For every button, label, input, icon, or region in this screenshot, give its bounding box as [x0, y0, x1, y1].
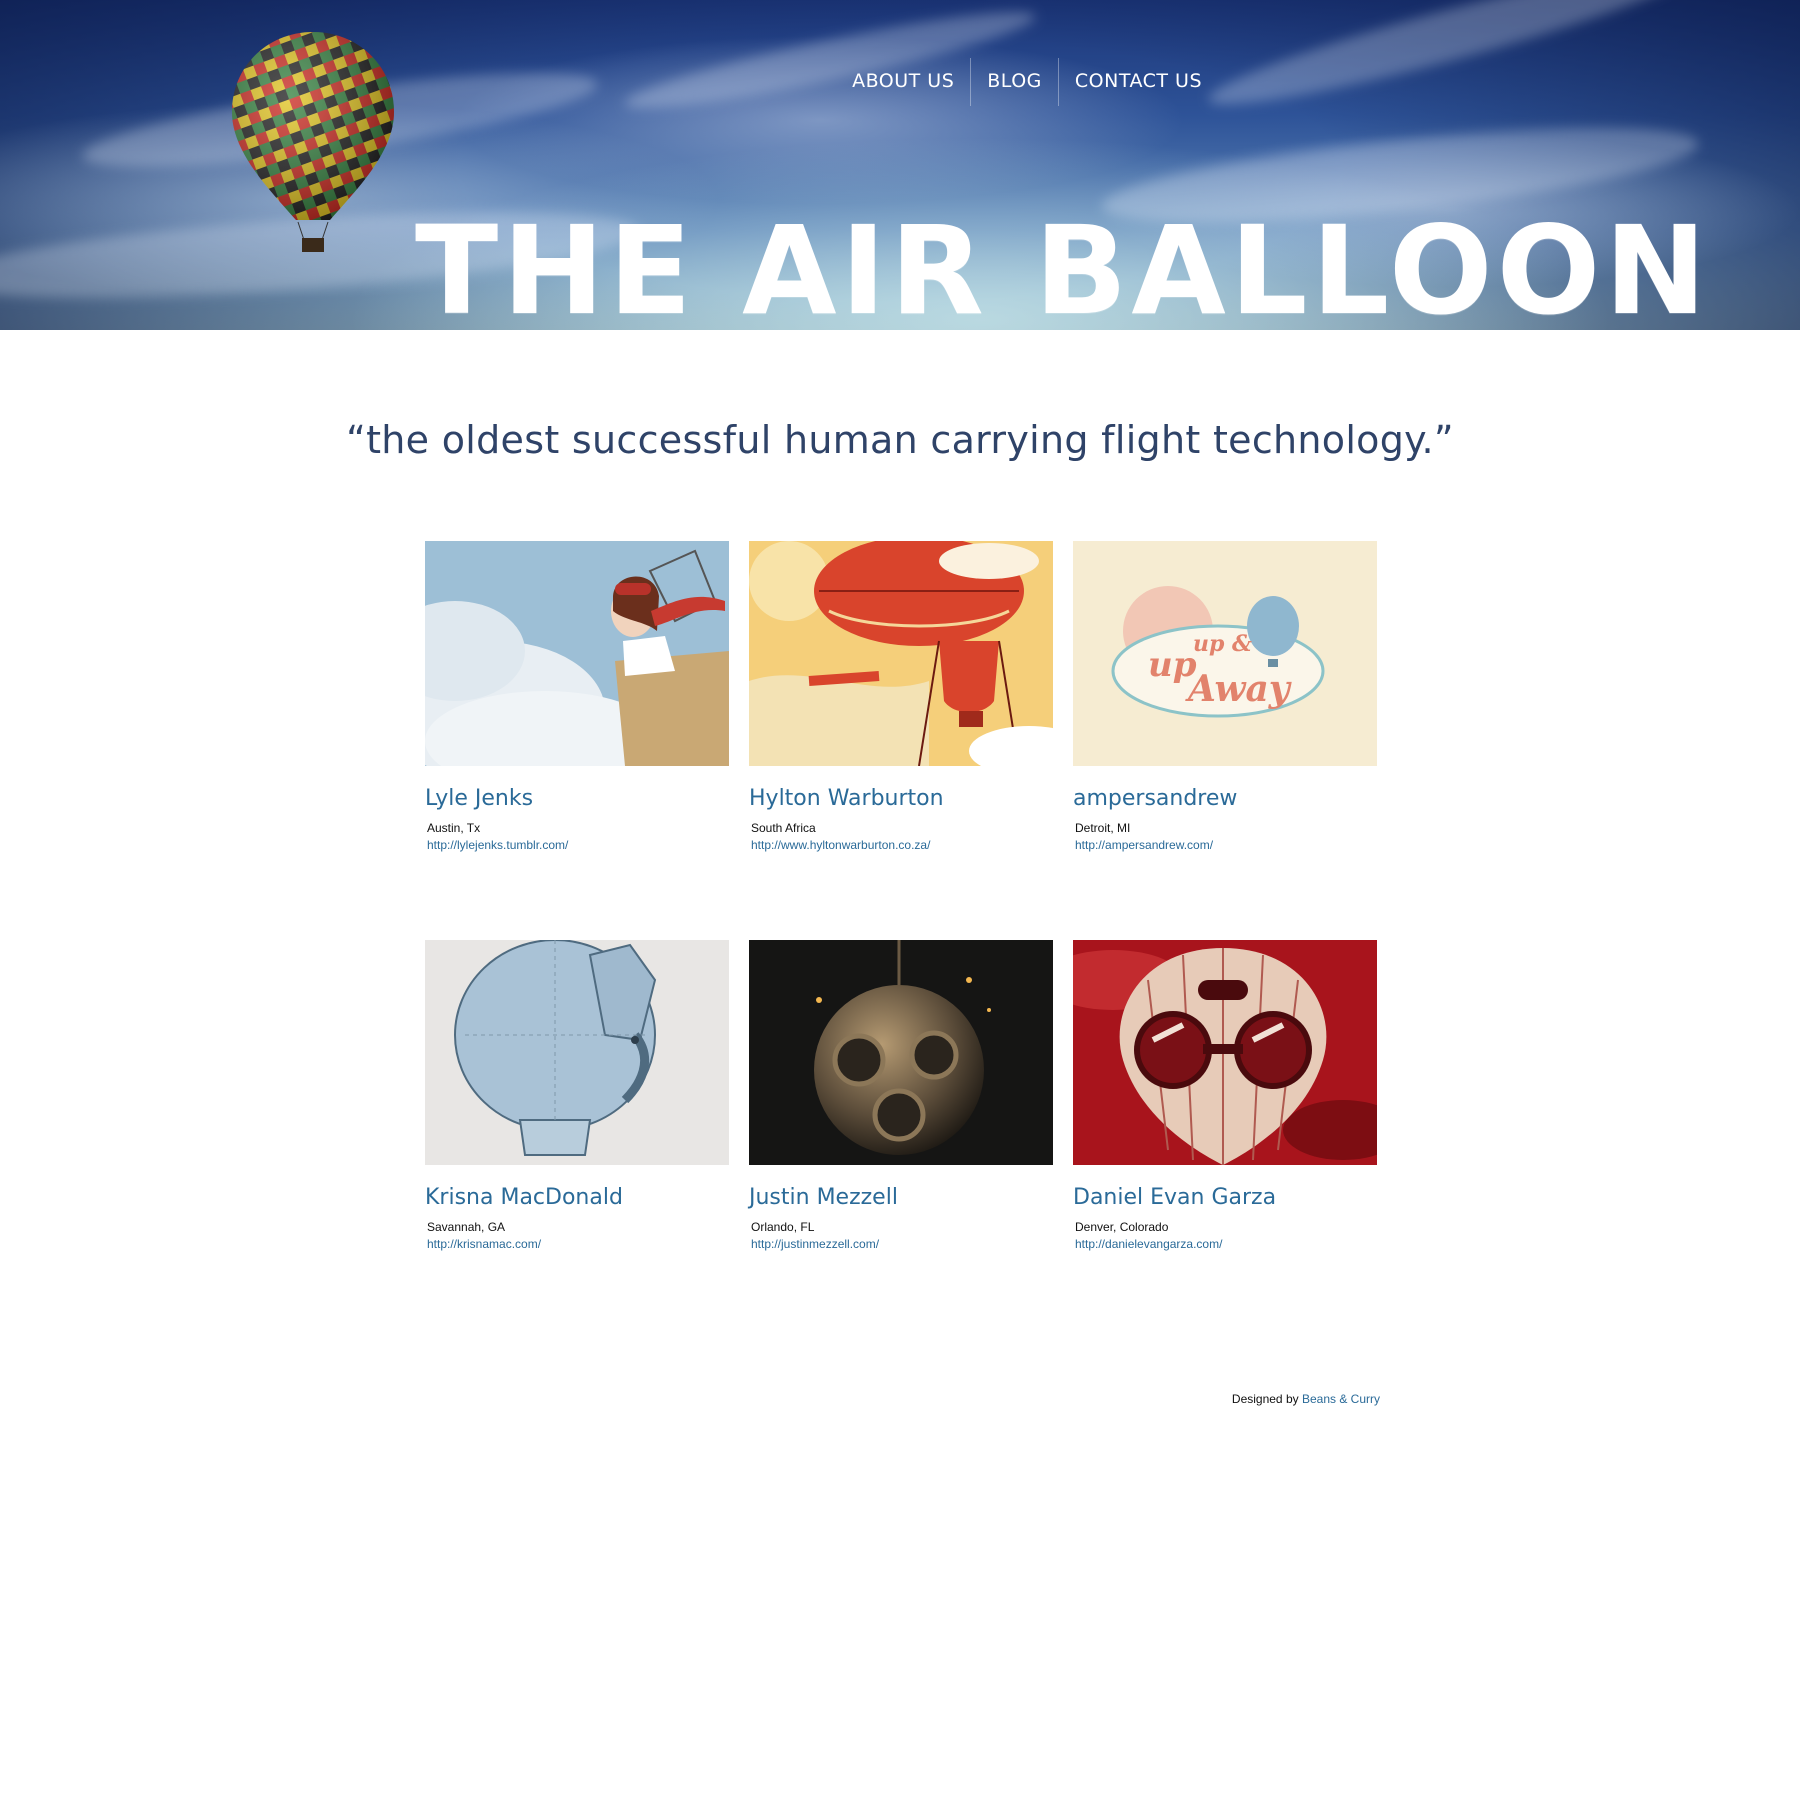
artwork-image: [749, 940, 1053, 1165]
artist-card: up up & Away ampersandrew Detroit, MI ht…: [1073, 541, 1377, 852]
artist-url-link[interactable]: http://danielevangarza.com/: [1075, 1237, 1377, 1251]
artwork-thumbnail-up-and-away[interactable]: up up & Away: [1073, 541, 1377, 766]
hot-air-balloon-image: [232, 32, 394, 252]
artwork-thumbnail-elephant-balloon[interactable]: [425, 940, 729, 1165]
artist-url-link[interactable]: http://justinmezzell.com/: [751, 1237, 1053, 1251]
artwork-image: [1073, 940, 1377, 1165]
artist-location: South Africa: [751, 821, 816, 835]
main-nav: ABOUT US BLOG CONTACT US: [852, 58, 1202, 116]
footer-credit: Designed by Beans & Curry: [1232, 1392, 1380, 1406]
artwork-thumbnail-red-airship[interactable]: [749, 541, 1053, 766]
artist-location: Orlando, FL: [751, 1220, 815, 1234]
site-title: THE AIR BALLOON: [415, 200, 1711, 330]
artist-name-link[interactable]: Daniel Evan Garza: [1073, 1185, 1377, 1210]
artist-gallery: Lyle Jenks Austin, Tx http://lylejenks.t…: [425, 541, 1377, 1251]
artwork-image: [425, 940, 729, 1165]
nav-blog[interactable]: BLOG: [971, 62, 1058, 116]
artist-url-link[interactable]: http://ampersandrew.com/: [1075, 838, 1377, 852]
artist-location: Denver, Colorado: [1075, 1220, 1169, 1234]
artist-url-link[interactable]: http://krisnamac.com/: [427, 1237, 729, 1251]
artist-name-link[interactable]: Krisna MacDonald: [425, 1185, 729, 1210]
artwork-thumbnail-diving-helmet[interactable]: [749, 940, 1053, 1165]
artist-card: Hylton Warburton South Africa http://www…: [749, 541, 1053, 852]
artist-url-link[interactable]: http://www.hyltonwarburton.co.za/: [751, 838, 1053, 852]
artist-name-link[interactable]: Justin Mezzell: [749, 1185, 1053, 1210]
gallery-row: Krisna MacDonald Savannah, GA http://kri…: [425, 940, 1377, 1251]
artist-card: Lyle Jenks Austin, Tx http://lylejenks.t…: [425, 541, 729, 852]
artwork-image: up up & Away: [1073, 541, 1377, 766]
designer-link[interactable]: Beans & Curry: [1302, 1392, 1380, 1406]
artwork-lettering: up &: [1193, 631, 1252, 657]
artist-location: Savannah, GA: [427, 1220, 506, 1234]
artist-name-link[interactable]: Lyle Jenks: [425, 786, 729, 811]
artist-location: Detroit, MI: [1075, 821, 1131, 835]
artist-card: Daniel Evan Garza Denver, Colorado http:…: [1073, 940, 1377, 1251]
tagline: “the oldest successful human carrying fl…: [346, 418, 1454, 462]
artist-name-link[interactable]: ampersandrew: [1073, 786, 1377, 811]
nav-contact-us[interactable]: CONTACT US: [1059, 62, 1202, 116]
artist-url-link[interactable]: http://lylejenks.tumblr.com/: [427, 838, 729, 852]
cloud: [1202, 0, 1698, 124]
header-banner: ABOUT US BLOG CONTACT US THE AIR BALLOON: [0, 0, 1800, 330]
artist-name-link[interactable]: Hylton Warburton: [749, 786, 1053, 811]
artwork-lettering: Away: [1185, 668, 1292, 710]
footer-prefix: Designed by: [1231, 1392, 1299, 1406]
artwork-image: [425, 541, 729, 766]
artist-card: Krisna MacDonald Savannah, GA http://kri…: [425, 940, 729, 1251]
artist-location: Austin, Tx: [427, 821, 481, 835]
artist-card: Justin Mezzell Orlando, FL http://justin…: [749, 940, 1053, 1251]
nav-about-us[interactable]: ABOUT US: [852, 62, 970, 116]
artwork-image: [749, 541, 1053, 766]
gallery-row: Lyle Jenks Austin, Tx http://lylejenks.t…: [425, 541, 1377, 852]
artwork-thumbnail-goggles-balloon[interactable]: [1073, 940, 1377, 1165]
artwork-thumbnail-girl-in-balloon[interactable]: [425, 541, 729, 766]
